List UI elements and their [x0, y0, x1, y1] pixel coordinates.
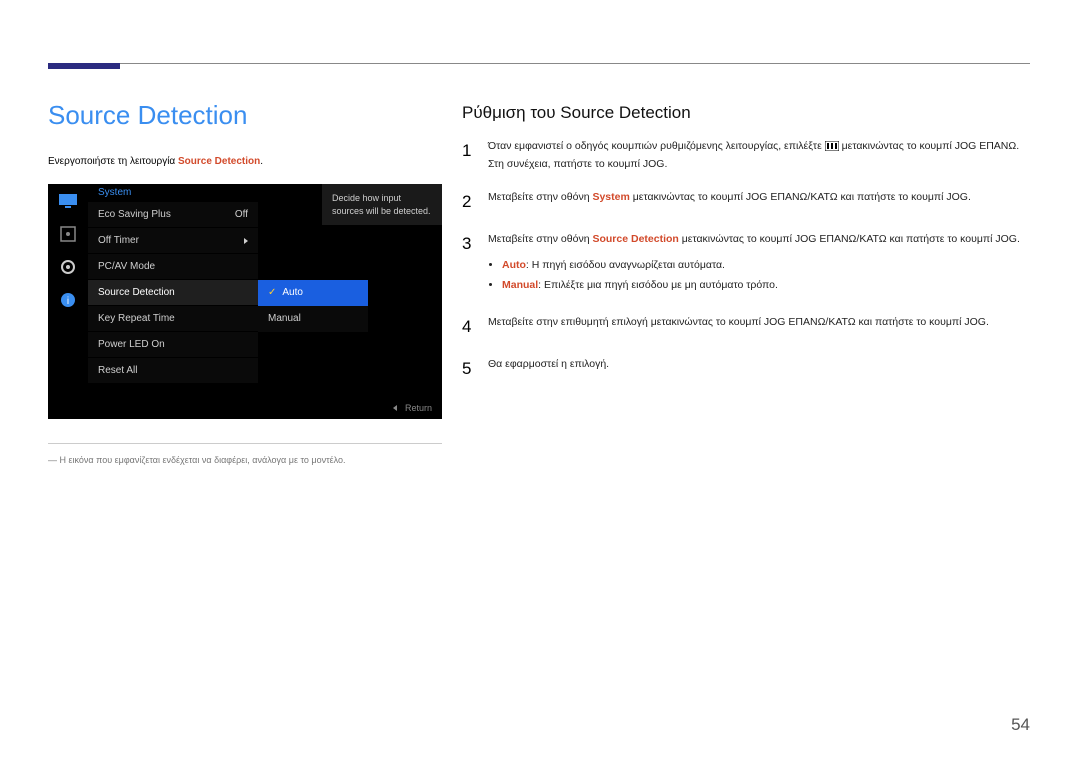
osd-item-label: Key Repeat Time	[98, 306, 175, 332]
osd-item-source-detection[interactable]: Source Detection	[88, 280, 258, 306]
bullet-item: Manual: Επιλέξτε μια πηγή εισόδου με μη …	[502, 277, 1036, 293]
osd-item-pcav[interactable]: PC/AV Mode	[88, 254, 258, 280]
osd-description: Decide how input sources will be detecte…	[322, 184, 442, 225]
osd-submenu: ✓ Auto Manual	[258, 280, 368, 332]
step-number: 1	[462, 138, 474, 173]
osd-item-offtimer[interactable]: Off Timer	[88, 228, 258, 254]
menu-icon	[825, 140, 839, 156]
osd-footer: Return	[393, 403, 432, 413]
osd-item-keyrepeat[interactable]: Key Repeat Time	[88, 306, 258, 332]
bullet-list: Auto: Η πηγή εισόδου αναγνωρίζεται αυτόμ…	[488, 257, 1036, 294]
osd-item-resetall[interactable]: Reset All	[88, 358, 258, 384]
check-icon: ✓	[268, 280, 276, 306]
header-accent	[48, 63, 120, 69]
osd-menu: Eco Saving Plus Off Off Timer PC/AV Mode…	[88, 202, 258, 384]
page-title: Source Detection	[48, 100, 247, 131]
bullet-strong: Auto	[502, 259, 526, 271]
step-body: Μεταβείτε στην οθόνη System μετακινώντας…	[488, 189, 1036, 215]
osd-sub-label: Auto	[282, 280, 303, 306]
caption-rule	[48, 443, 442, 444]
step-number: 3	[462, 231, 474, 298]
osd-item-label: PC/AV Mode	[98, 254, 155, 280]
osd-sub-auto[interactable]: ✓ Auto	[258, 280, 368, 306]
osd-item-label: Reset All	[98, 358, 137, 384]
gear-icon[interactable]	[48, 250, 88, 283]
osd-item-label: Power LED On	[98, 332, 165, 358]
intro-text: Ενεργοποιήστε τη λειτουργία Source Detec…	[48, 156, 263, 167]
bullet-text: : Επιλέξτε μια πηγή εισόδου με μη αυτόμα…	[538, 279, 778, 291]
step-body: Μεταβείτε στην επιθυμητή επιλογή μετακιν…	[488, 314, 1036, 340]
step-strong: Source Detection	[592, 233, 678, 245]
header-rule	[48, 63, 1030, 77]
step-body: Θα εφαρμοστεί η επιλογή.	[488, 356, 1036, 382]
intro-suffix: .	[260, 156, 263, 167]
step-text: μετακινώντας το κουμπί JOG ΕΠΑΝΩ/ΚΑΤΩ κα…	[679, 233, 1020, 245]
monitor-icon[interactable]	[48, 184, 88, 217]
osd-panel: i System Decide how input sources will b…	[48, 184, 442, 419]
intro-strong: Source Detection	[178, 156, 260, 167]
info-icon[interactable]: i	[48, 283, 88, 316]
intro-prefix: Ενεργοποιήστε τη λειτουργία	[48, 156, 178, 167]
steps-list: 1 Όταν εμφανιστεί ο οδηγός κουμπιών ρυθμ…	[462, 138, 1036, 398]
step-body: Όταν εμφανιστεί ο οδηγός κουμπιών ρυθμιζ…	[488, 138, 1036, 173]
step-text: Όταν εμφανιστεί ο οδηγός κουμπιών ρυθμιζ…	[488, 140, 825, 152]
step-number: 5	[462, 356, 474, 382]
bullet-item: Auto: Η πηγή εισόδου αναγνωρίζεται αυτόμ…	[502, 257, 1036, 273]
step-text: Μεταβείτε στην οθόνη	[488, 233, 592, 245]
bullet-text: : Η πηγή εισόδου αναγνωρίζεται αυτόματα.	[526, 259, 725, 271]
osd-item-powerled[interactable]: Power LED On	[88, 332, 258, 358]
step-strong: System	[592, 191, 629, 203]
step-1: 1 Όταν εμφανιστεί ο οδηγός κουμπιών ρυθμ…	[462, 138, 1036, 173]
step-text: μετακινώντας το κουμπί JOG ΕΠΑΝΩ/ΚΑΤΩ κα…	[630, 191, 971, 203]
step-number: 2	[462, 189, 474, 215]
osd-return-label: Return	[405, 403, 432, 413]
step-text: Μεταβείτε στην επιθυμητή επιλογή μετακιν…	[488, 316, 989, 328]
page-number: 54	[1011, 715, 1030, 735]
osd-item-label: Off Timer	[98, 228, 139, 254]
osd-sidebar: i	[48, 184, 88, 419]
triangle-left-icon	[393, 405, 397, 411]
picture-icon[interactable]	[48, 217, 88, 250]
osd-item-label: Eco Saving Plus	[98, 202, 171, 228]
step-4: 4 Μεταβείτε στην επιθυμητή επιλογή μετακ…	[462, 314, 1036, 340]
osd-sub-label: Manual	[268, 306, 301, 332]
step-3: 3 Μεταβείτε στην οθόνη Source Detection …	[462, 231, 1036, 298]
osd-item-eco[interactable]: Eco Saving Plus Off	[88, 202, 258, 228]
chevron-right-icon	[244, 238, 248, 244]
osd-item-label: Source Detection	[98, 280, 175, 306]
osd-sub-manual[interactable]: Manual	[258, 306, 368, 332]
step-body: Μεταβείτε στην οθόνη Source Detection με…	[488, 231, 1036, 298]
osd-header-title: System	[98, 187, 131, 198]
step-number: 4	[462, 314, 474, 340]
step-text: Θα εφαρμοστεί η επιλογή.	[488, 358, 609, 370]
osd-item-value: Off	[235, 202, 248, 228]
svg-text:i: i	[67, 296, 69, 307]
osd-caption: Η εικόνα που εμφανίζεται ενδέχεται να δι…	[48, 455, 346, 465]
section-title: Ρύθμιση του Source Detection	[462, 103, 691, 123]
page: Source Detection Ενεργοποιήστε τη λειτου…	[0, 0, 1080, 763]
step-5: 5 Θα εφαρμοστεί η επιλογή.	[462, 356, 1036, 382]
bullet-strong: Manual	[502, 279, 538, 291]
step-2: 2 Μεταβείτε στην οθόνη System μετακινώντ…	[462, 189, 1036, 215]
step-text: Μεταβείτε στην οθόνη	[488, 191, 592, 203]
